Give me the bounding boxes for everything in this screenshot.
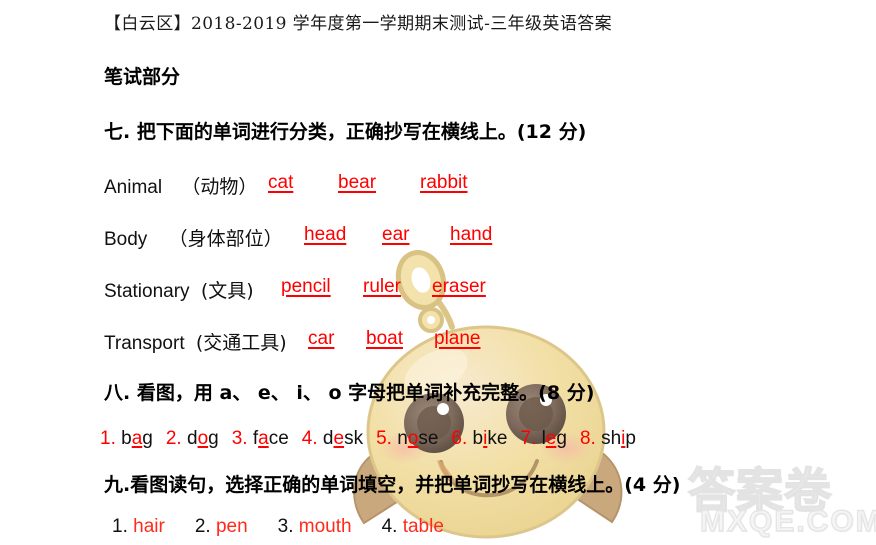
- fill-word-vowel: o: [197, 428, 209, 449]
- answer-transport-3: plane: [434, 328, 481, 349]
- fill-word-prefix: n: [397, 428, 408, 449]
- fill-word: 5. nose: [376, 428, 438, 450]
- category-label-transport: Transport: [104, 333, 185, 354]
- fill-word-prefix: sh: [601, 428, 622, 449]
- answer-stationary-2: ruler: [363, 276, 402, 297]
- fill-word-prefix: d: [186, 428, 198, 449]
- category-label-animal: Animal: [104, 177, 163, 198]
- fill-word-number: 7.: [520, 428, 542, 449]
- category-cn-body: （身体部位）: [168, 228, 283, 250]
- fill-word-number: 3.: [231, 428, 253, 449]
- fill-word: 4. desk: [302, 428, 363, 450]
- watermark-site: MXQE.COM: [699, 504, 876, 538]
- category-row-transport: Transport (交通工具): [104, 328, 287, 355]
- pick-word: 3. mouth: [278, 516, 352, 538]
- pick-word: 2. pen: [195, 516, 248, 538]
- question-9-answers: 1. hair 2. pen 3. mouth 4. table: [112, 516, 474, 538]
- category-label-stationary: Stationary: [104, 281, 190, 302]
- fill-word-suffix: se: [418, 428, 439, 449]
- fill-word-number: 4.: [301, 428, 323, 449]
- document-title: 【白云区】2018-2019 学年度第一学期期末测试-三年级英语答案: [104, 14, 613, 34]
- answer-sheet-page: 答案卷 MXQE.COM 【白云区】2018-2019 学年度第一学期期末测试-…: [0, 0, 876, 545]
- question-7-heading: 七. 把下面的单词进行分类，正确抄写在横线上。(12 分): [104, 121, 587, 143]
- fill-word-suffix: ce: [268, 428, 289, 449]
- category-row-body: Body （身体部位）: [104, 224, 283, 251]
- fill-word-number: 1.: [100, 428, 122, 449]
- category-label-body: Body: [104, 229, 148, 250]
- fill-word: 1. bag: [100, 428, 153, 450]
- fill-word-prefix: b: [121, 428, 132, 449]
- fill-word-vowel: a: [131, 428, 143, 449]
- pick-word-value: table: [402, 516, 444, 537]
- answer-animal-1: cat: [268, 172, 294, 193]
- answer-body-3: hand: [450, 224, 493, 245]
- pick-word-value: pen: [215, 516, 248, 537]
- answer-body-1: head: [304, 224, 347, 245]
- category-cn-transport: (交通工具): [195, 332, 287, 354]
- answer-animal-2: bear: [338, 172, 377, 193]
- pick-word-number: 3.: [277, 516, 299, 537]
- answer-stationary-1: pencil: [281, 276, 331, 297]
- fill-word-suffix: g: [142, 428, 153, 449]
- fill-word-number: 2.: [165, 428, 187, 449]
- fill-word-suffix: sk: [344, 428, 364, 449]
- question-8-heading: 八. 看图，用 a、 e、 i、 o 字母把单词补充完整。(8 分): [104, 382, 595, 404]
- answer-animal-3: rabbit: [420, 172, 468, 193]
- question-8-answers: 1. bag 2. dog 3. face 4. desk 5. nose 6. bike…: [100, 428, 649, 450]
- question-9-heading: 九.看图读句，选择正确的单词填空，并把单词抄写在横线上。(4 分): [104, 474, 681, 496]
- fill-word-vowel: o: [407, 428, 419, 449]
- answer-stationary-3: eraser: [432, 276, 486, 297]
- fill-word-vowel: a: [258, 428, 269, 449]
- fill-word: 6. bike: [451, 428, 507, 450]
- fill-word-prefix: d: [322, 428, 334, 449]
- answer-transport-2: boat: [366, 328, 403, 349]
- fill-word: 2. dog: [166, 428, 219, 450]
- pick-word-number: 2.: [194, 516, 216, 537]
- part-title: 笔试部分: [104, 66, 181, 88]
- pick-word-number: 4.: [381, 516, 403, 537]
- answer-body-2: ear: [382, 224, 410, 245]
- watermark-chinese: 答案卷: [687, 463, 832, 520]
- fill-word-vowel: e: [545, 428, 557, 449]
- fill-word: 7. leg: [520, 428, 567, 450]
- fill-word-suffix: g: [208, 428, 219, 449]
- pick-word-number: 1.: [112, 516, 134, 537]
- pick-word: 4. table: [382, 516, 444, 538]
- fill-word: 8. ship: [580, 428, 636, 450]
- fill-word-suffix: g: [556, 428, 567, 449]
- category-row-stationary: Stationary (文具): [104, 276, 254, 303]
- pick-word: 1. hair: [112, 516, 165, 538]
- pick-word-value: mouth: [298, 516, 352, 537]
- category-cn-animal: （动物）: [181, 176, 258, 198]
- category-cn-stationary: (文具): [200, 280, 254, 302]
- pick-word-value: hair: [133, 516, 165, 537]
- fill-word-suffix: p: [625, 428, 636, 449]
- category-row-animal: Animal （动物）: [104, 172, 257, 199]
- fill-word-number: 8.: [579, 428, 602, 449]
- fill-word-number: 6.: [451, 428, 473, 449]
- fill-word-suffix: ke: [487, 428, 508, 449]
- fill-word: 3. face: [232, 428, 289, 450]
- fill-word-number: 5.: [376, 428, 398, 449]
- fill-word-vowel: e: [333, 428, 345, 449]
- answer-transport-1: car: [308, 328, 335, 349]
- fill-word-prefix: b: [472, 428, 484, 449]
